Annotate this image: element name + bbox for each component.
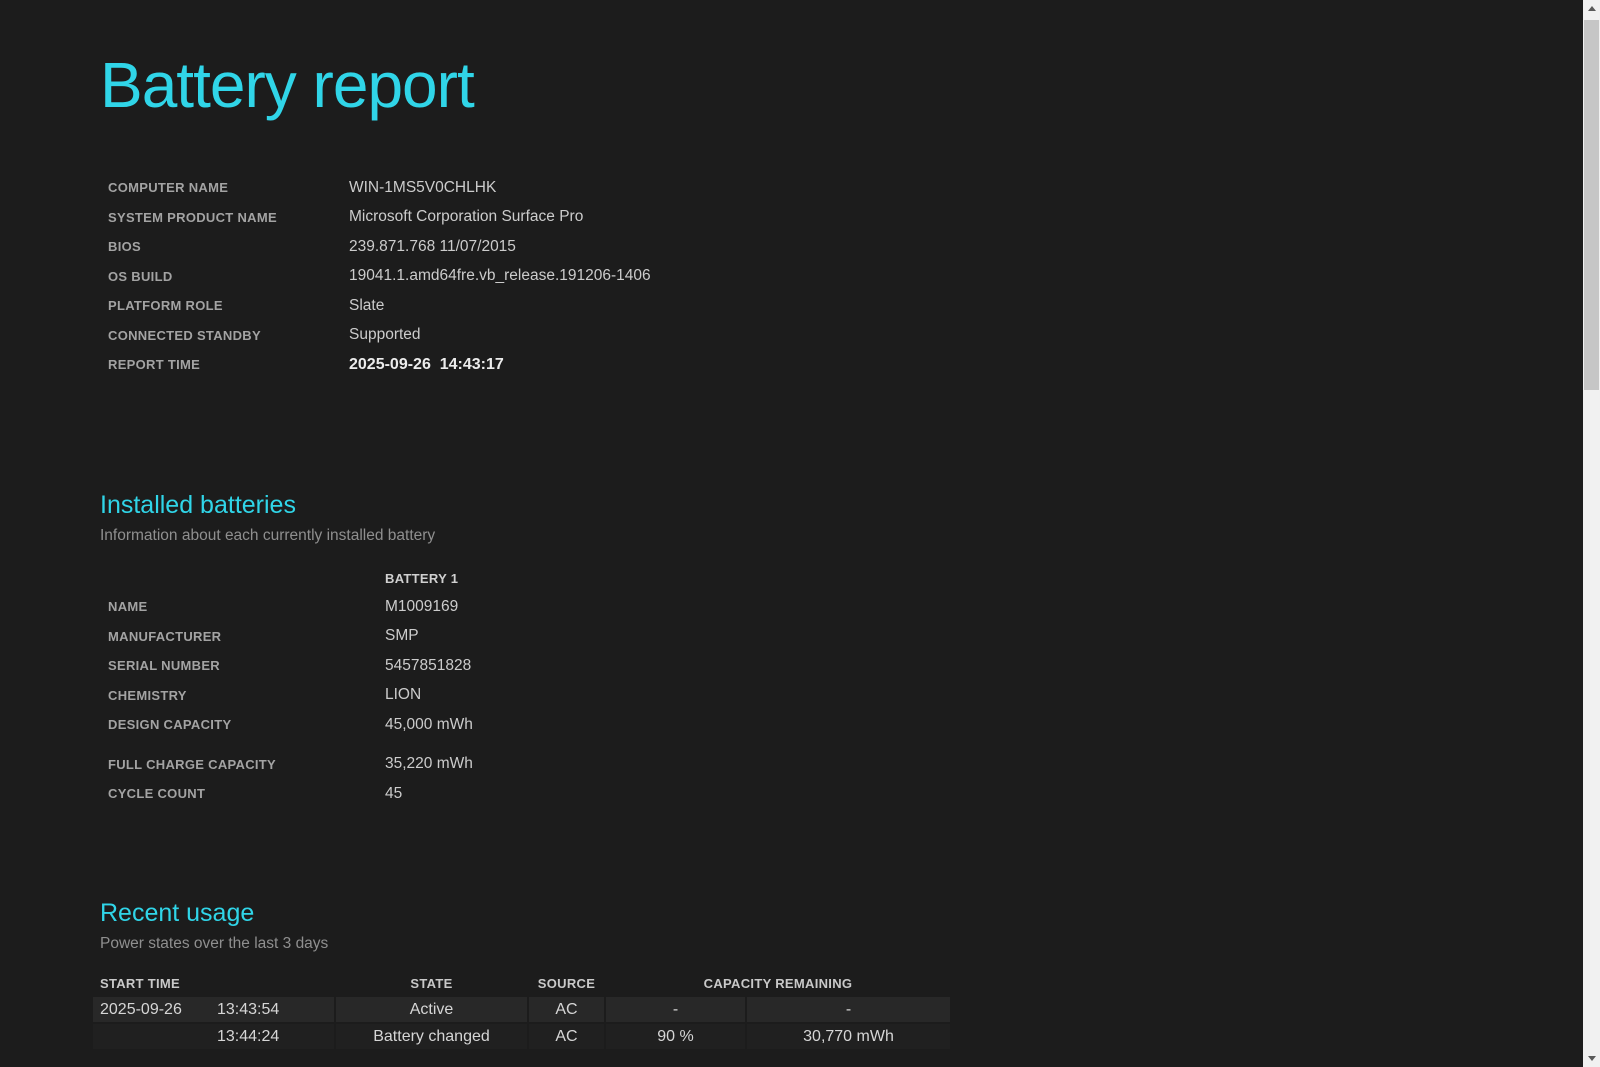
- spacer: [100, 740, 473, 750]
- cell-date: 2025-09-26: [100, 1001, 217, 1019]
- battery-column-header: BATTERY 1: [385, 566, 473, 592]
- info-value: Slate: [349, 291, 651, 321]
- installed-batteries-subtitle: Information about each currently install…: [100, 522, 473, 549]
- battery-value: 45,000 mWh: [385, 710, 473, 740]
- info-label: OS BUILD: [100, 262, 349, 292]
- scrollbar-thumb[interactable]: [1584, 20, 1599, 390]
- battery-value: M1009169: [385, 592, 473, 622]
- cell-time: 13:44:24: [217, 1028, 279, 1045]
- info-value: WIN-1MS5V0CHLHK: [349, 173, 651, 203]
- info-label: REPORT TIME: [100, 350, 349, 380]
- col-header-start-time: START TIME: [93, 971, 334, 995]
- battery-label: CYCLE COUNT: [100, 779, 385, 809]
- battery-capacity-table: FULL CHARGE CAPACITY 35,220 mWh CYCLE CO…: [100, 750, 473, 809]
- battery-report-page: Battery report COMPUTER NAME WIN-1MS5V0C…: [0, 0, 1600, 1067]
- installed-batteries-heading: Installed batteries: [100, 489, 473, 522]
- report-time-value: 2025-09-26 14:43:17: [349, 350, 651, 380]
- cell-capacity-mwh: -: [747, 997, 950, 1022]
- info-value: 19041.1.amd64fre.vb_release.191206-1406: [349, 262, 651, 292]
- battery-value: SMP: [385, 622, 473, 652]
- battery-value: LION: [385, 681, 473, 711]
- info-label: COMPUTER NAME: [100, 173, 349, 203]
- vertical-scrollbar[interactable]: [1583, 0, 1600, 1067]
- recent-usage-table: START TIME STATE SOURCE CAPACITY REMAINI…: [91, 969, 952, 1051]
- info-value: 239.871.768 11/07/2015: [349, 232, 651, 262]
- battery-value: 45: [385, 779, 473, 809]
- info-label: BIOS: [100, 232, 349, 262]
- cell-state: Battery changed: [336, 1024, 527, 1049]
- system-info-table: COMPUTER NAME WIN-1MS5V0CHLHK SYSTEM PRO…: [100, 173, 651, 380]
- cell-capacity-percent: -: [606, 997, 745, 1022]
- battery-label: MANUFACTURER: [100, 622, 385, 652]
- battery-info-table: NAME M1009169 MANUFACTURER SMP SERIAL NU…: [100, 592, 473, 740]
- info-value: Supported: [349, 321, 651, 351]
- cell-capacity-percent: 90 %: [606, 1024, 745, 1049]
- scroll-up-icon: [1588, 6, 1596, 11]
- cell-capacity-mwh: 30,770 mWh: [747, 1024, 950, 1049]
- battery-value: 5457851828: [385, 651, 473, 681]
- table-row: 13:44:24 Battery changed AC 90 % 30,770 …: [93, 1024, 950, 1049]
- cell-start-time: 2025-09-2613:43:54: [93, 997, 334, 1022]
- scroll-down-icon: [1588, 1056, 1596, 1061]
- cell-time: 13:43:54: [217, 1001, 279, 1018]
- cell-start-time: 13:44:24: [93, 1024, 334, 1049]
- recent-usage-heading: Recent usage: [100, 897, 952, 930]
- battery-label: DESIGN CAPACITY: [100, 710, 385, 740]
- cell-source: AC: [529, 997, 604, 1022]
- battery-value: 35,220 mWh: [385, 750, 473, 780]
- cell-state: Active: [336, 997, 527, 1022]
- page-title: Battery report: [100, 46, 474, 124]
- col-header-capacity-remaining: CAPACITY REMAINING: [606, 971, 950, 995]
- battery-label: NAME: [100, 592, 385, 622]
- table-row: 2025-09-2613:43:54 Active AC - -: [93, 997, 950, 1022]
- battery-label: CHEMISTRY: [100, 681, 385, 711]
- battery-label: FULL CHARGE CAPACITY: [100, 750, 385, 780]
- table-header-row: START TIME STATE SOURCE CAPACITY REMAINI…: [93, 971, 950, 995]
- col-header-state: STATE: [336, 971, 527, 995]
- recent-usage-subtitle: Power states over the last 3 days: [100, 930, 952, 957]
- scrollbar-up-button[interactable]: [1583, 0, 1600, 17]
- info-value: Microsoft Corporation Surface Pro: [349, 203, 651, 233]
- scrollbar-down-button[interactable]: [1583, 1050, 1600, 1067]
- info-label: PLATFORM ROLE: [100, 291, 349, 321]
- cell-source: AC: [529, 1024, 604, 1049]
- col-header-source: SOURCE: [529, 971, 604, 995]
- battery-label: SERIAL NUMBER: [100, 651, 385, 681]
- info-label: CONNECTED STANDBY: [100, 321, 349, 351]
- info-label: SYSTEM PRODUCT NAME: [100, 203, 349, 233]
